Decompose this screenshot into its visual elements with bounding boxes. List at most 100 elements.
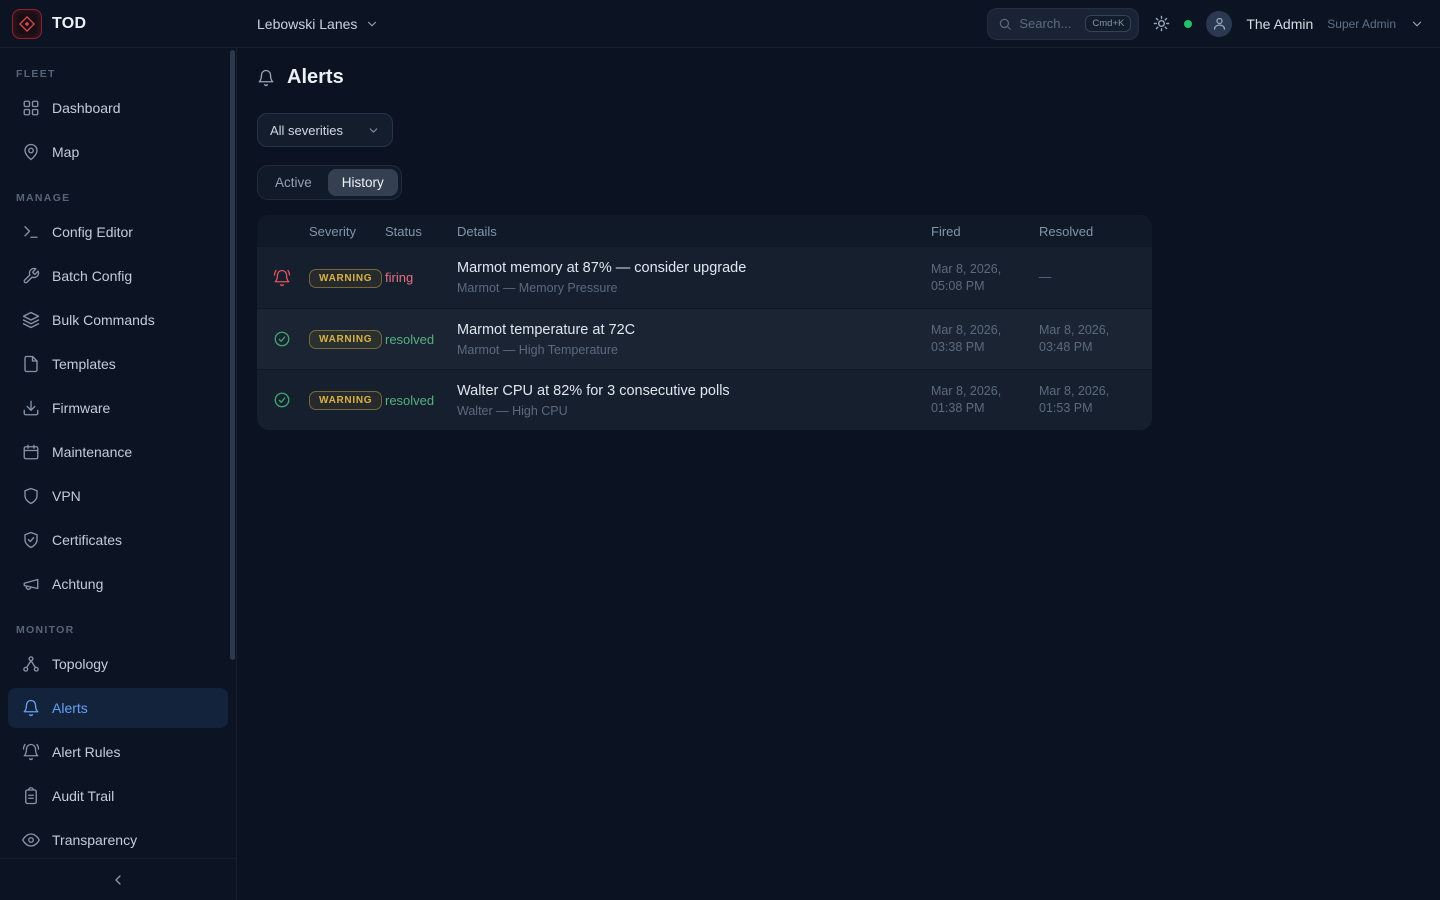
avatar[interactable] xyxy=(1206,11,1232,37)
bell-alert-icon xyxy=(273,269,309,287)
sidebar-item-label: Bulk Commands xyxy=(52,312,155,328)
chevron-down-icon xyxy=(1410,17,1424,31)
sidebar-item-label: Batch Config xyxy=(52,268,132,284)
search-shortcut: Cmd+K xyxy=(1085,15,1131,32)
sun-icon xyxy=(1153,15,1170,32)
megaphone-icon xyxy=(22,575,40,593)
alert-title: Marmot temperature at 72C xyxy=(457,322,931,338)
map-pin-icon xyxy=(22,143,40,161)
search-input[interactable] xyxy=(1019,16,1078,31)
alert-subtitle: Marmot — Memory Pressure xyxy=(457,281,931,295)
check-circle-icon xyxy=(273,391,309,409)
sidebar-item-vpn[interactable]: VPN xyxy=(8,476,228,516)
tenant-selector[interactable]: Lebowski Lanes xyxy=(257,16,379,32)
main-content: Alerts All severities Active History Sev… xyxy=(237,48,1440,900)
alerts-tabs: Active History xyxy=(257,165,402,200)
tab-history[interactable]: History xyxy=(328,169,398,196)
alert-details: Walter CPU at 82% for 3 consecutive poll… xyxy=(457,383,931,418)
app-logo-icon xyxy=(12,9,42,39)
severity-filter-value: All severities xyxy=(270,123,343,138)
resolved-clock: 01:53 PM xyxy=(1039,400,1136,417)
alert-details: Marmot memory at 87% — consider upgrade … xyxy=(457,260,931,295)
file-icon xyxy=(22,355,40,373)
alert-subtitle: Walter — High CPU xyxy=(457,404,931,418)
fired-date: Mar 8, 2026, xyxy=(931,383,1039,400)
connection-status-dot xyxy=(1184,20,1192,28)
bell-icon xyxy=(257,69,275,87)
brand: TOD xyxy=(0,9,237,39)
status-text: resolved xyxy=(385,393,457,408)
sidebar-item-label: Map xyxy=(52,144,79,160)
sidebar-item-achtung[interactable]: Achtung xyxy=(8,564,228,604)
user-name: The Admin xyxy=(1246,16,1313,32)
bell-ring-icon xyxy=(22,743,40,761)
sidebar-item-batch-config[interactable]: Batch Config xyxy=(8,256,228,296)
clipboard-icon xyxy=(22,787,40,805)
page-header: Alerts xyxy=(257,66,1440,89)
column-header-fired: Fired xyxy=(931,224,1039,239)
sidebar-item-label: VPN xyxy=(52,488,81,504)
chevron-down-icon xyxy=(367,124,380,137)
alert-title: Walter CPU at 82% for 3 consecutive poll… xyxy=(457,383,931,399)
sidebar-item-config-editor[interactable]: Config Editor xyxy=(8,212,228,252)
severity-badge: WARNING xyxy=(309,330,382,349)
fired-date: Mar 8, 2026, xyxy=(931,322,1039,339)
fired-time: Mar 8, 2026, 03:38 PM xyxy=(931,322,1039,356)
shield-icon xyxy=(22,487,40,505)
sidebar-item-certificates[interactable]: Certificates xyxy=(8,520,228,560)
theme-toggle-button[interactable] xyxy=(1153,15,1170,32)
table-row[interactable]: WARNING firing Marmot memory at 87% — co… xyxy=(257,247,1152,308)
user-role: Super Admin xyxy=(1327,17,1396,31)
sidebar-item-bulk-commands[interactable]: Bulk Commands xyxy=(8,300,228,340)
column-header-resolved: Resolved xyxy=(1039,224,1136,239)
sidebar-collapse-button[interactable] xyxy=(0,858,236,900)
sidebar-item-label: Config Editor xyxy=(52,224,133,240)
severity-filter-select[interactable]: All severities xyxy=(257,113,393,147)
column-header-status: Status xyxy=(385,224,457,239)
sidebar-item-label: Alert Rules xyxy=(52,744,120,760)
alert-title: Marmot memory at 87% — consider upgrade xyxy=(457,260,931,276)
sidebar-item-firmware[interactable]: Firmware xyxy=(8,388,228,428)
sidebar-item-label: Audit Trail xyxy=(52,788,114,804)
section-label-fleet: Fleet xyxy=(0,68,236,80)
severity-badge: WARNING xyxy=(309,391,382,410)
sidebar-item-label: Maintenance xyxy=(52,444,132,460)
sidebar-item-dashboard[interactable]: Dashboard xyxy=(8,88,228,128)
check-circle-icon xyxy=(273,330,309,348)
sidebar-scrollbar[interactable] xyxy=(230,50,235,660)
tab-active[interactable]: Active xyxy=(261,169,326,196)
sidebar-item-alert-rules[interactable]: Alert Rules xyxy=(8,732,228,772)
bell-icon xyxy=(22,699,40,717)
fired-clock: 05:08 PM xyxy=(931,278,1039,295)
sidebar-item-topology[interactable]: Topology xyxy=(8,644,228,684)
status-text: firing xyxy=(385,270,457,285)
sidebar-item-transparency[interactable]: Transparency xyxy=(8,820,228,858)
alerts-table: Severity Status Details Fired Resolved W… xyxy=(257,215,1152,430)
fired-time: Mar 8, 2026, 05:08 PM xyxy=(931,261,1039,295)
topology-icon xyxy=(22,655,40,673)
sidebar-item-label: Topology xyxy=(52,656,108,672)
sidebar-item-label: Dashboard xyxy=(52,100,121,116)
resolved-date: — xyxy=(1039,269,1136,286)
search-box[interactable]: Cmd+K xyxy=(987,8,1139,40)
sidebar-item-alerts[interactable]: Alerts xyxy=(8,688,228,728)
column-header-severity: Severity xyxy=(309,224,385,239)
sidebar-item-label: Alerts xyxy=(52,700,88,716)
sidebar-item-audit-trail[interactable]: Audit Trail xyxy=(8,776,228,816)
user-menu-button[interactable] xyxy=(1410,17,1424,31)
tenant-name: Lebowski Lanes xyxy=(257,16,357,32)
sidebar-nav: Fleet Dashboard Map Manage Config Editor… xyxy=(0,48,236,858)
sidebar-item-label: Firmware xyxy=(52,400,110,416)
sidebar-item-templates[interactable]: Templates xyxy=(8,344,228,384)
table-row[interactable]: WARNING resolved Marmot temperature at 7… xyxy=(257,308,1152,369)
calendar-icon xyxy=(22,443,40,461)
sidebar-item-label: Templates xyxy=(52,356,116,372)
sidebar-item-maintenance[interactable]: Maintenance xyxy=(8,432,228,472)
sidebar-item-map[interactable]: Map xyxy=(8,132,228,172)
page-title: Alerts xyxy=(287,66,344,89)
severity-badge: WARNING xyxy=(309,269,382,288)
table-header-row: Severity Status Details Fired Resolved xyxy=(257,215,1152,247)
top-bar: TOD Lebowski Lanes Cmd+K The Admin Supe xyxy=(0,0,1440,48)
fired-clock: 01:38 PM xyxy=(931,400,1039,417)
table-row[interactable]: WARNING resolved Walter CPU at 82% for 3… xyxy=(257,369,1152,430)
